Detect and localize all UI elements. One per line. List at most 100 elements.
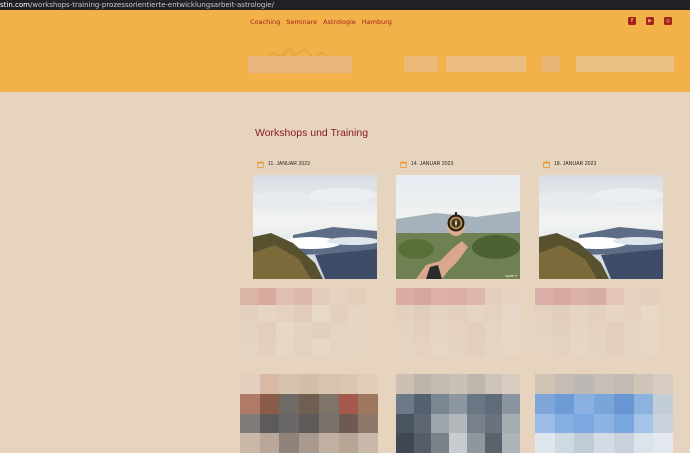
mosaic-tile [276, 339, 294, 356]
mosaic-tile [574, 433, 595, 453]
mosaic-tile [554, 413, 575, 434]
mosaic-tile [240, 393, 260, 414]
mosaic-tile [312, 305, 330, 322]
mosaic-tile [570, 288, 589, 305]
mosaic-tile [348, 288, 366, 305]
mosaic-tile [449, 339, 467, 356]
mosaic-tile [240, 322, 258, 339]
mosaic-tile [279, 413, 300, 434]
nav-item-coaching[interactable]: Coaching [250, 18, 280, 26]
mosaic-tile [484, 339, 503, 356]
mosaic-tile [338, 433, 359, 453]
mosaic-tile [348, 322, 366, 339]
mosaic-tile [502, 413, 520, 434]
mosaic-tile [396, 305, 414, 322]
mosaic-tile [653, 374, 673, 394]
mosaic-tile [299, 413, 319, 434]
mosaic-tile [574, 374, 595, 394]
mosaic-tile [466, 305, 485, 322]
nav-item-hamburg[interactable]: Hamburg [362, 18, 392, 26]
mosaic-tile [502, 322, 520, 339]
mosaic-tile [299, 433, 319, 453]
mosaic-tile [588, 339, 606, 356]
mosaic-tile [431, 322, 450, 339]
event-date: 14. JANUAR 2023 [411, 161, 454, 167]
event-card[interactable]: 18. JANUAR 2023 [539, 160, 663, 279]
mosaic-tile [396, 413, 414, 434]
mosaic-tile [554, 393, 575, 414]
mosaic-tile [431, 305, 450, 322]
mosaic-tile [318, 413, 339, 434]
mosaic-tile [535, 339, 553, 356]
event-image-mountain-clouds[interactable] [253, 175, 377, 279]
mosaic-tile [623, 305, 642, 322]
mosaic-tile [623, 288, 642, 305]
mosaic-tile [613, 413, 634, 434]
mosaic-tile [299, 393, 319, 414]
mosaic-tile [570, 322, 589, 339]
mosaic-tile [449, 288, 467, 305]
mosaic-tile [641, 322, 659, 339]
event-image-compass[interactable]: quote ▾ [396, 175, 520, 279]
mosaic-tile [240, 339, 258, 356]
mosaic-tile [535, 393, 555, 414]
mosaic-tile [258, 305, 276, 322]
mosaic-tile [594, 433, 614, 453]
mosaic-tile [259, 433, 280, 453]
mosaic-tile [299, 374, 319, 394]
mosaic-tile [318, 393, 339, 414]
mosaic-tile [312, 339, 330, 356]
youtube-icon[interactable]: ▶ [646, 17, 654, 25]
mosaic-tile [605, 288, 624, 305]
mosaic-tile [535, 413, 555, 434]
mosaic-tile [502, 433, 520, 453]
mosaic-tile [613, 374, 634, 394]
mosaic-tile [396, 288, 414, 305]
mosaic-tile [466, 433, 485, 453]
nav-item-seminare[interactable]: Seminare [286, 18, 317, 26]
tagline-blurred-3 [542, 56, 560, 72]
mosaic-tile [653, 393, 673, 414]
mosaic-tile [449, 413, 467, 434]
mosaic-tile [535, 288, 553, 305]
event-card[interactable]: 11. JANUAR 2023 [253, 160, 377, 279]
site-header: Coaching Seminare Astrologie Hamburg f ▶… [0, 10, 690, 92]
mosaic-tile [535, 322, 553, 339]
mosaic-tile [623, 339, 642, 356]
mosaic-tile [554, 374, 575, 394]
mosaic-tile [502, 288, 520, 305]
mosaic-tile [594, 413, 614, 434]
event-date: 18. JANUAR 2023 [554, 161, 597, 167]
mosaic-tile [605, 322, 624, 339]
mosaic-tile [396, 374, 414, 394]
mosaic-tile [240, 433, 260, 453]
mosaic-tile [449, 393, 467, 414]
facebook-icon[interactable]: f [628, 17, 636, 25]
logo-blurred [248, 56, 352, 73]
mosaic-tile [413, 322, 432, 339]
mosaic-tile [449, 305, 467, 322]
mosaic-tile [413, 393, 432, 414]
mosaic-tile [358, 393, 378, 414]
event-image-mountain-clouds[interactable] [539, 175, 663, 279]
nav-item-astrologie[interactable]: Astrologie [323, 18, 356, 26]
tagline-blurred-4 [576, 56, 674, 72]
mosaic-tile [502, 374, 520, 394]
mosaic-tile [358, 433, 378, 453]
calendar-icon [400, 161, 407, 168]
mosaic-tile [535, 305, 553, 322]
mosaic-tile [276, 322, 294, 339]
event-card[interactable]: 14. JANUAR 2023 quote ▾ [396, 160, 520, 279]
mosaic-tile [653, 433, 673, 453]
mosaic-tile [259, 413, 280, 434]
mosaic-tile [484, 393, 503, 414]
event-date-row: 18. JANUAR 2023 [543, 160, 663, 168]
mosaic-tile [294, 322, 312, 339]
page-title: Workshops und Training [255, 127, 369, 139]
mosaic-tile [574, 393, 595, 414]
instagram-icon[interactable]: ◎ [664, 17, 672, 25]
event-image-blurred [535, 374, 673, 453]
mosaic-tile [396, 339, 414, 356]
mosaic-tile [413, 374, 432, 394]
address-bar[interactable]: stin.com/workshops-training-prozessorien… [0, 0, 690, 10]
